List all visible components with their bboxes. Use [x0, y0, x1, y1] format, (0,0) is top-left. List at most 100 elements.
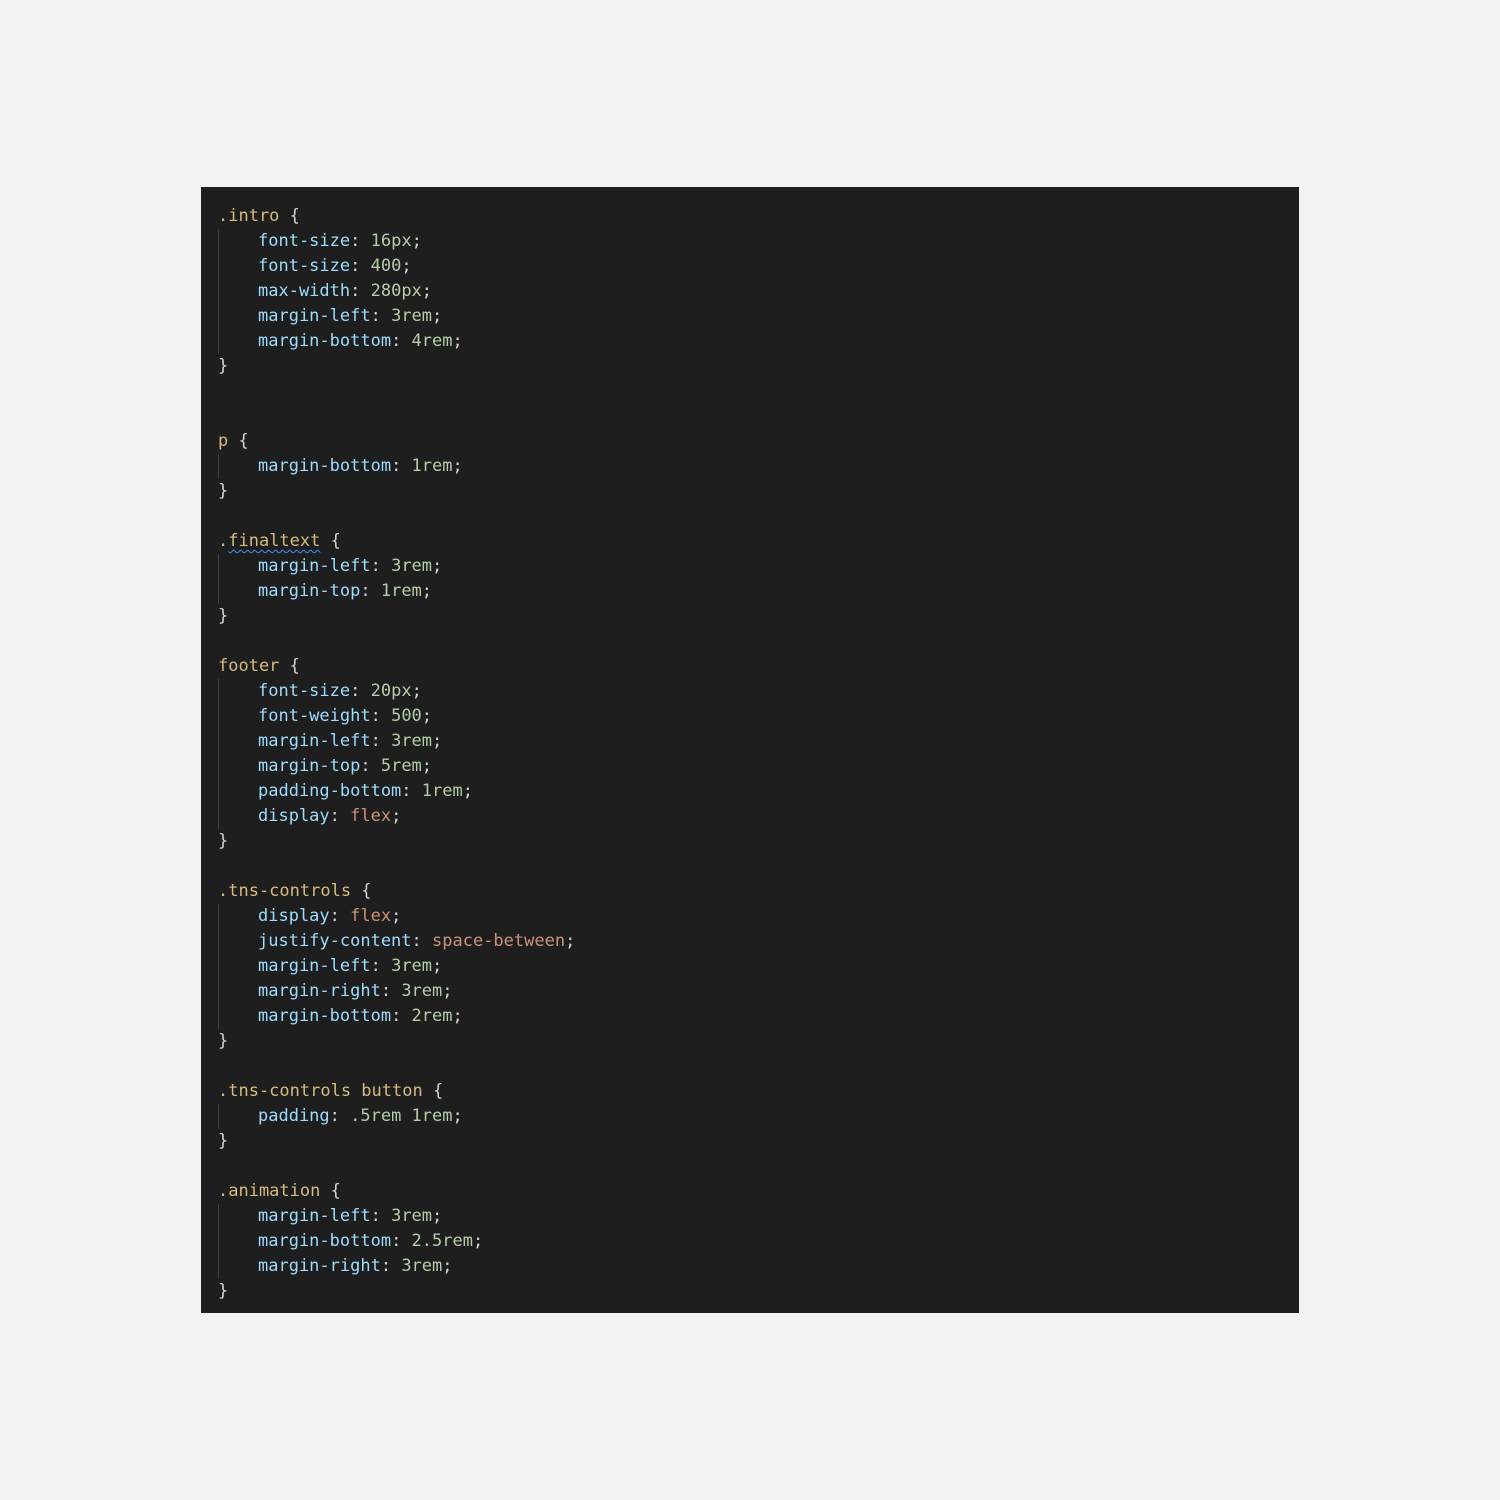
code-line: margin-bottom: 1rem;	[218, 454, 1299, 479]
indent-guide	[218, 579, 258, 604]
css-selector: footer	[218, 656, 280, 676]
indent-guide	[218, 1004, 258, 1029]
indent-guide	[218, 229, 258, 254]
css-property: margin-bottom	[258, 1231, 392, 1251]
indent-guide	[218, 779, 258, 804]
css-value: 2.5rem	[411, 1231, 473, 1251]
code-line: }	[218, 1031, 229, 1051]
code-line: margin-left: 3rem;	[218, 304, 1299, 329]
indent-guide	[218, 704, 258, 729]
css-value: 5rem	[380, 756, 422, 776]
code-line: font-size: 16px;	[218, 229, 1299, 254]
indent-guide	[218, 1229, 258, 1254]
css-selector: .intro	[218, 206, 280, 226]
css-property: max-width	[258, 281, 351, 301]
css-property: font-size	[258, 231, 351, 251]
css-selector: .tns-controls	[218, 881, 352, 901]
code-line: font-weight: 500;	[218, 704, 1299, 729]
css-property: justify-content	[258, 931, 412, 951]
indent-guide	[218, 304, 258, 329]
code-line: padding-bottom: 1rem;	[218, 779, 1299, 804]
css-property: font-weight	[258, 706, 371, 726]
css-value: 1rem	[421, 781, 463, 801]
code-line: margin-top: 1rem;	[218, 579, 1299, 604]
indent-guide	[218, 904, 258, 929]
css-value: 280px	[370, 281, 422, 301]
css-value: 500	[391, 706, 422, 726]
indent-guide	[218, 679, 258, 704]
css-value: 3rem	[401, 981, 443, 1001]
css-property: margin-top	[258, 581, 361, 601]
code-line: max-width: 280px;	[218, 279, 1299, 304]
code-line: .tns-controls button {	[218, 1081, 444, 1101]
css-value: 2rem	[411, 1006, 453, 1026]
css-property: margin-bottom	[258, 331, 392, 351]
code-line: }	[218, 1131, 229, 1151]
code-line: font-size: 400;	[218, 254, 1299, 279]
css-value: 16px	[370, 231, 412, 251]
code-line: .intro {	[218, 206, 300, 226]
code-line: }	[218, 606, 229, 626]
code-line: font-size: 20px;	[218, 679, 1299, 704]
code-line: margin-top: 5rem;	[218, 754, 1299, 779]
code-line: p {	[218, 431, 249, 451]
code-line: margin-bottom: 2rem;	[218, 1004, 1299, 1029]
css-value: flex	[350, 906, 392, 926]
indent-guide	[218, 954, 258, 979]
css-property: margin-left	[258, 731, 371, 751]
indent-guide	[218, 754, 258, 779]
code-line: justify-content: space-between;	[218, 929, 1299, 954]
css-property: font-size	[258, 256, 351, 276]
code-line: margin-right: 3rem;	[218, 979, 1299, 1004]
css-value: 3rem	[391, 556, 433, 576]
css-property: font-size	[258, 681, 351, 701]
css-value: 3rem	[391, 956, 433, 976]
css-value: 20px	[370, 681, 412, 701]
css-property: padding-bottom	[258, 781, 402, 801]
indent-guide	[218, 1204, 258, 1229]
css-value: 4rem	[411, 331, 453, 351]
css-selector-dot: .	[218, 531, 229, 551]
indent-guide	[218, 329, 258, 354]
css-value: 1rem	[411, 456, 453, 476]
code-line: margin-right: 3rem;	[218, 1254, 1299, 1279]
indent-guide	[218, 254, 258, 279]
indent-guide	[218, 279, 258, 304]
code-line: margin-left: 3rem;	[218, 554, 1299, 579]
css-property: padding	[258, 1106, 330, 1126]
code-line: margin-bottom: 4rem;	[218, 329, 1299, 354]
code-line: .finaltext {	[218, 531, 341, 551]
css-value: space-between	[432, 931, 566, 951]
code-line: }	[218, 481, 229, 501]
indent-guide	[218, 1104, 258, 1129]
code-line: margin-bottom: 2.5rem;	[218, 1229, 1299, 1254]
css-property: margin-left	[258, 1206, 371, 1226]
code-editor[interactable]: .intro { font-size: 16px; font-size: 400…	[201, 187, 1299, 1313]
css-property: display	[258, 806, 330, 826]
indent-guide	[218, 804, 258, 829]
code-line: display: flex;	[218, 804, 1299, 829]
css-selector-misspelled[interactable]: finaltext	[228, 531, 320, 551]
code-line: }	[218, 356, 229, 376]
css-value: 3rem	[401, 1256, 443, 1276]
code-line: }	[218, 1281, 229, 1301]
indent-guide	[218, 1254, 258, 1279]
code-line: .tns-controls {	[218, 881, 372, 901]
code-line: display: flex;	[218, 904, 1299, 929]
css-value: 3rem	[391, 731, 433, 751]
css-property: margin-left	[258, 956, 371, 976]
code-line: }	[218, 831, 229, 851]
css-value: 1rem	[380, 581, 422, 601]
css-property: margin-right	[258, 981, 381, 1001]
code-line: .animation {	[218, 1181, 341, 1201]
indent-guide	[218, 729, 258, 754]
indent-guide	[218, 979, 258, 1004]
indent-guide	[218, 454, 258, 479]
css-selector: .tns-controls button	[218, 1081, 423, 1101]
css-property: margin-left	[258, 306, 371, 326]
